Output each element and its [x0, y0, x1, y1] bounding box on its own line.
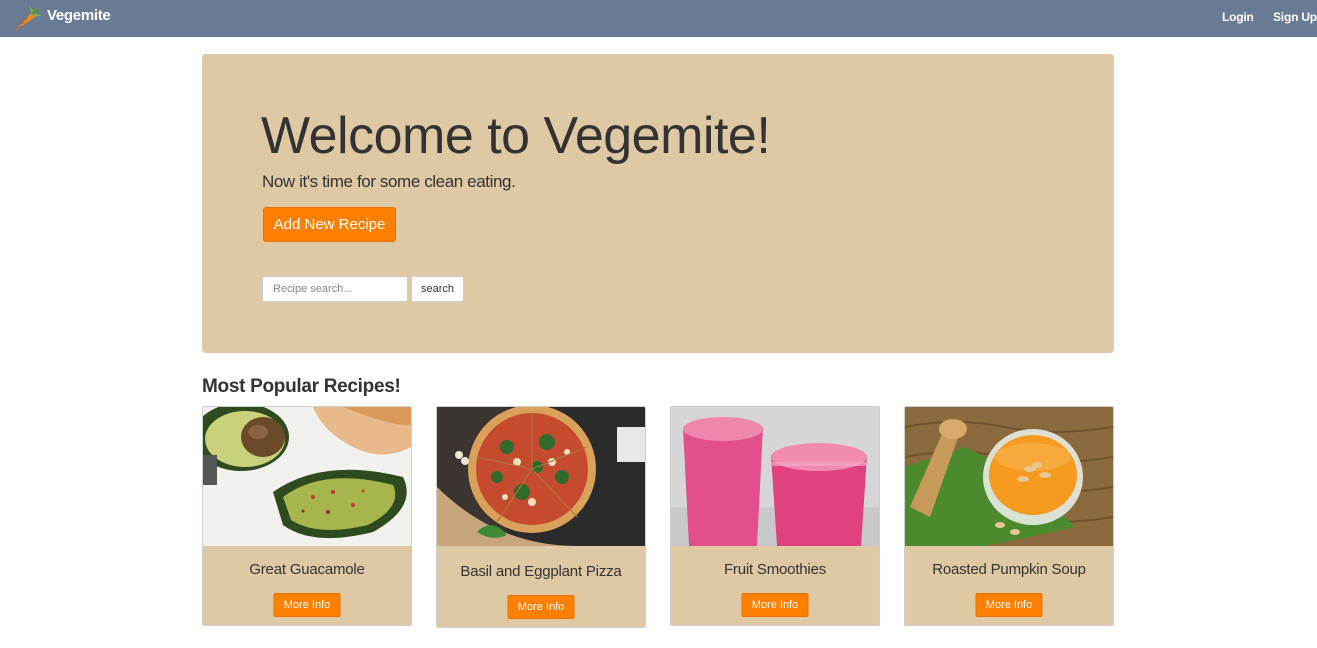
navbar: Vegemite Login Sign Up — [0, 0, 1317, 37]
hero-heading: Welcome to Vegemite! — [261, 107, 771, 165]
recipe-card: Great Guacamole More Info — [202, 406, 412, 626]
recipe-card-title: Basil and Eggplant Pizza — [460, 563, 622, 580]
brand-name: Vegemite — [47, 6, 111, 24]
recipe-search-input[interactable] — [262, 276, 408, 302]
carrot-icon — [15, 5, 42, 31]
recipe-card: Roasted Pumpkin Soup More Info — [904, 406, 1114, 626]
pizza-photo — [437, 407, 645, 546]
add-recipe-button[interactable]: Add New Recipe — [263, 207, 396, 242]
avocado-guacamole-photo — [203, 407, 411, 546]
signup-link[interactable]: Sign Up — [1273, 10, 1317, 24]
hero-tagline: Now it's time for some clean eating. — [262, 172, 516, 191]
brand-link[interactable]: Vegemite — [12, 3, 111, 33]
pumpkin-soup-jar-photo — [905, 407, 1113, 546]
more-info-button[interactable]: More Info — [507, 595, 575, 619]
recipe-card: Fruit Smoothies More Info — [670, 406, 880, 626]
recipe-card: Basil and Eggplant Pizza More Info — [436, 406, 646, 628]
pink-smoothies-photo — [671, 407, 879, 546]
hero-panel: Welcome to Vegemite! Now it's time for s… — [202, 54, 1114, 353]
more-info-button[interactable]: More Info — [741, 593, 809, 617]
more-info-button[interactable]: More Info — [975, 593, 1043, 617]
recipe-card-title: Great Guacamole — [249, 561, 365, 578]
popular-recipes-title: Most Popular Recipes! — [202, 376, 401, 397]
login-link[interactable]: Login — [1222, 10, 1254, 24]
recipe-card-title: Fruit Smoothies — [723, 561, 827, 578]
search-button[interactable]: search — [411, 276, 464, 302]
more-info-button[interactable]: More Info — [273, 593, 341, 617]
recipe-card-title: Roasted Pumpkin Soup — [932, 561, 1086, 578]
